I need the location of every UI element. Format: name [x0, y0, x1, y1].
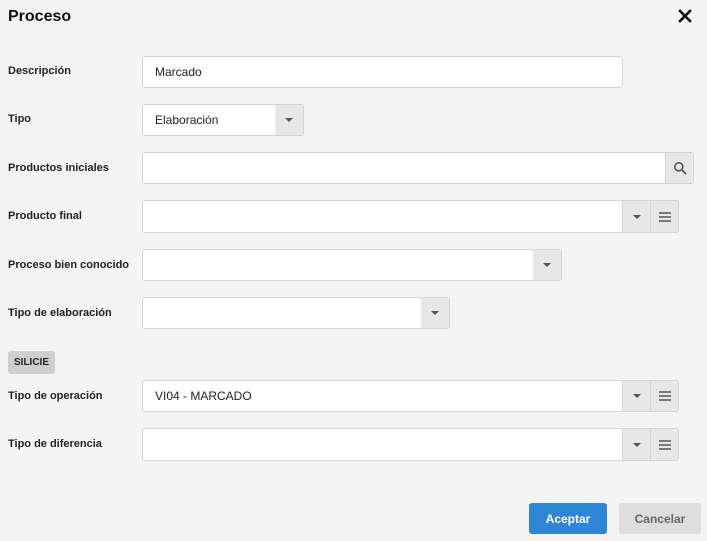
tipo-label: Tipo — [8, 113, 32, 125]
tipo-diferencia-label: Tipo de diferencia — [8, 438, 102, 450]
productos-iniciales-field[interactable] — [142, 152, 694, 184]
productos-iniciales-label: Productos iniciales — [8, 162, 109, 174]
tipo-select[interactable]: Elaboración — [142, 104, 304, 136]
descripcion-label: Descripción — [8, 65, 71, 77]
silicie-section-label: SILICIE — [8, 351, 56, 374]
list-icon — [658, 391, 671, 401]
tipo-operacion-select[interactable]: VI04 - MARCADO — [142, 380, 679, 412]
producto-final-label: Producto final — [8, 210, 82, 222]
dialog-title: Proceso — [8, 8, 72, 25]
close-icon — [678, 9, 692, 23]
tipo-operacion-dropdown-button[interactable] — [622, 381, 650, 411]
accept-button[interactable]: Aceptar — [529, 503, 607, 534]
producto-final-list-button[interactable] — [650, 201, 678, 232]
list-icon — [658, 211, 671, 222]
proceso-bien-conocido-label: Proceso bien conocido — [8, 259, 130, 271]
cancel-button[interactable]: Cancelar — [619, 503, 701, 534]
tipo-operacion-list-button[interactable] — [650, 381, 678, 411]
productos-iniciales-search-button[interactable] — [665, 153, 693, 183]
chevron-down-icon — [431, 311, 439, 315]
descripcion-field[interactable]: Marcado — [142, 56, 623, 88]
chevron-down-icon — [632, 214, 641, 219]
close-button[interactable] — [676, 7, 694, 25]
chevron-down-icon — [632, 442, 641, 447]
chevron-down-icon — [543, 263, 551, 267]
tipo-elaboracion-dropdown-button[interactable] — [421, 298, 449, 328]
chevron-down-icon — [285, 118, 293, 122]
tipo-value: Elaboración — [155, 113, 219, 127]
proceso-bien-conocido-dropdown-button[interactable] — [533, 250, 561, 280]
tipo-operacion-value: VI04 - MARCADO — [155, 389, 252, 403]
descripcion-value: Marcado — [155, 65, 202, 79]
producto-final-dropdown-button[interactable] — [622, 201, 650, 232]
tipo-elaboracion-label: Tipo de elaboración — [8, 307, 112, 319]
chevron-down-icon — [632, 394, 641, 398]
tipo-diferencia-dropdown-button[interactable] — [622, 429, 650, 460]
search-icon — [673, 162, 686, 175]
producto-final-select[interactable] — [142, 200, 679, 233]
tipo-elaboracion-select[interactable] — [142, 297, 450, 329]
list-icon — [658, 439, 671, 450]
proceso-bien-conocido-select[interactable] — [142, 249, 562, 281]
tipo-diferencia-list-button[interactable] — [650, 429, 678, 460]
tipo-diferencia-select[interactable] — [142, 428, 679, 461]
tipo-dropdown-button[interactable] — [275, 105, 303, 135]
tipo-operacion-label: Tipo de operación — [8, 390, 103, 402]
